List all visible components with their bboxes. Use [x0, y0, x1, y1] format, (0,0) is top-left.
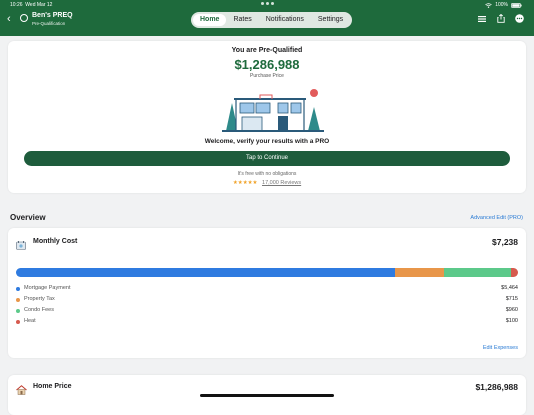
prequal-heading: You are Pre-Qualified	[231, 47, 303, 54]
edit-expenses-link[interactable]: Edit Expenses	[483, 345, 518, 351]
legend-dot-property-tax	[16, 298, 20, 302]
tab-home[interactable]: Home	[193, 14, 227, 26]
list-icon[interactable]	[477, 14, 486, 23]
purchase-price-amount: $1,286,988	[234, 57, 300, 72]
purchase-price-label: Purchase Price	[250, 73, 284, 79]
legend-dot-condo-fees	[16, 309, 20, 313]
app-title: Ben's PREQ	[32, 12, 73, 19]
free-note: It's free with no obligations	[237, 171, 297, 177]
battery-percent: 100%	[495, 2, 508, 8]
app-header: 10:26 Wed Mar 12 100% ‹ Ben's PREQ Pre-Q…	[0, 0, 534, 36]
cost-row-mortgage: Mortgage Payment $5,464	[16, 285, 518, 293]
monthly-cost-icon	[16, 237, 26, 250]
cost-row-condo-fees: Condo Fees $960	[16, 307, 518, 315]
welcome-text: Welcome, verify your results with a PRO	[204, 138, 330, 145]
back-chevron-icon[interactable]: ‹	[7, 13, 11, 25]
home-price-value: $1,286,988	[475, 382, 518, 392]
star-rating-icon: ★★★★★	[232, 180, 258, 186]
share-icon[interactable]	[496, 14, 505, 23]
reviews-row: ★★★★★ 17,000 Reviews	[8, 180, 526, 186]
status-right: 100%	[485, 2, 522, 8]
tab-settings[interactable]: Settings	[311, 14, 350, 26]
bar-segment-mortgage	[16, 268, 395, 277]
app-logo-icon	[20, 14, 28, 22]
monthly-cost-total: $7,238	[492, 237, 518, 247]
status-time: 10:26 Wed Mar 12	[10, 2, 53, 8]
app-subtitle: Pre-Qualification	[32, 21, 66, 26]
cost-row-property-tax: Property Tax $715	[16, 296, 518, 304]
home-price-icon	[16, 382, 27, 400]
monthly-cost-card: Monthly Cost $7,238	[8, 228, 526, 358]
bar-segment-condo-fees	[444, 268, 512, 277]
battery-icon	[511, 2, 522, 8]
tap-to-continue-button[interactable]: Tap to Continue	[24, 151, 510, 166]
home-price-title: Home Price	[33, 383, 72, 390]
bar-segment-property-tax	[394, 268, 445, 277]
home-indicator[interactable]	[200, 394, 334, 397]
tab-bar: Home Rates Notifications Settings	[191, 12, 353, 28]
house-illustration	[222, 89, 324, 132]
tab-notifications[interactable]: Notifications	[259, 14, 311, 26]
overview-title: Overview	[10, 213, 46, 222]
multitask-dots[interactable]	[257, 2, 277, 6]
prequal-card: You are Pre-Qualified $1,286,988 Purchas…	[8, 41, 526, 193]
monthly-cost-bar	[16, 268, 518, 277]
more-icon[interactable]	[515, 14, 524, 23]
cost-row-heat: Heat $100	[16, 318, 518, 326]
wifi-icon	[485, 2, 492, 8]
legend-dot-mortgage	[16, 287, 20, 291]
legend-dot-heat	[16, 320, 20, 324]
reviews-link[interactable]: 17,000 Reviews	[262, 180, 301, 186]
monthly-cost-title: Monthly Cost	[33, 238, 78, 245]
tab-rates[interactable]: Rates	[226, 14, 258, 26]
advanced-edit-link[interactable]: Advanced Edit (PRO)	[470, 215, 523, 221]
